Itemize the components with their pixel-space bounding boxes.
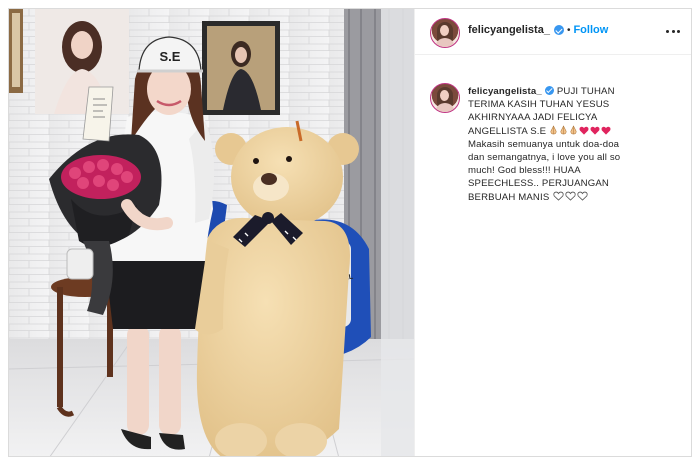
red-heart-emoji-icon <box>579 126 589 135</box>
folded-hands-emoji-icon <box>570 124 577 134</box>
post-header: felicyangelista_ • Follow <box>415 9 691 55</box>
caption-line-6: dan semangatnya, i love you all so <box>468 152 621 164</box>
caption-line: ANGELLISTA S.E <box>468 124 678 138</box>
folded-hands-emoji-icon <box>560 124 567 134</box>
caption-line-5: Makasih semuanya untuk doa-doa <box>468 138 620 150</box>
graduation-photo-illustration: CHANEL <box>9 9 414 456</box>
follow-button[interactable]: Follow <box>573 24 608 36</box>
header-user-row: felicyangelista_ • Follow <box>468 24 608 36</box>
caption-line-8: SPEECHLESS.. PERJUANGAN <box>468 178 609 190</box>
instagram-post-embed: CHANEL <box>8 8 692 457</box>
caption-line-2: TERIMA KASIH TUHAN YESUS <box>468 99 610 111</box>
more-options-icon[interactable] <box>666 25 680 37</box>
follow-separator: • <box>566 24 571 36</box>
caption-username[interactable]: felicyangelista_ <box>468 86 542 97</box>
caption-line-1: PUJI TUHAN <box>556 86 615 97</box>
verified-badge-icon <box>544 86 554 95</box>
caption-line-9: BERBUAH MANIS <box>468 191 550 203</box>
folded-hands-emoji-icon <box>550 124 557 134</box>
white-heart-emoji-icon <box>577 191 588 201</box>
red-heart-emoji-icon <box>601 126 611 135</box>
post-photo[interactable]: CHANEL <box>9 9 414 456</box>
caption-line-7: much! God bless!!! HUAA <box>468 165 581 177</box>
white-heart-emoji-icon <box>565 191 576 201</box>
more-dot-icon <box>671 29 675 33</box>
verified-badge-icon <box>553 25 564 35</box>
header-username[interactable]: felicyangelista_ <box>468 24 550 36</box>
caption-avatar[interactable] <box>430 83 460 113</box>
avatar-face <box>440 90 449 101</box>
avatar-face <box>440 25 449 36</box>
more-dot-icon <box>677 29 680 33</box>
caption-line-3: AKHIRNYAAA JADI FELICYA <box>468 112 598 124</box>
red-heart-emoji-icon <box>590 126 600 135</box>
cap-text: S.E <box>160 49 181 64</box>
caption-line-4: ANGELLISTA S.E <box>468 125 547 137</box>
profile-avatar[interactable] <box>430 18 460 48</box>
caption-text: felicyangelista_ PUJI TUHAN TERIMA KASIH … <box>468 85 678 204</box>
post-side-panel: felicyangelista_ • Follow felicyangelist… <box>414 9 691 456</box>
more-dot-icon <box>666 29 669 33</box>
white-heart-emoji-icon <box>553 191 564 201</box>
caption-line: BERBUAH MANIS <box>468 191 678 204</box>
caption-line: felicyangelista_ PUJI TUHAN <box>468 85 678 98</box>
